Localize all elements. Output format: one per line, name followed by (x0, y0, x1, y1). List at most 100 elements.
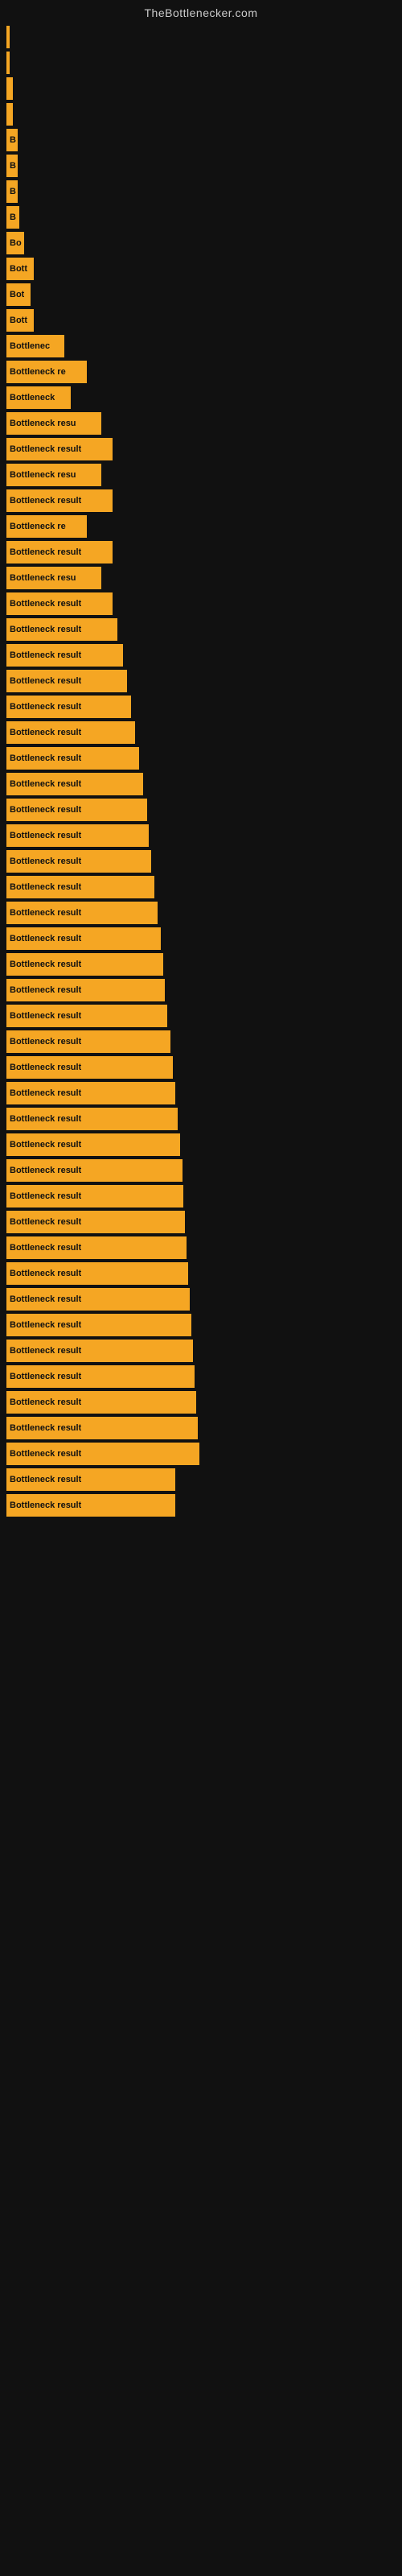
bar-row: Bottleneck result (6, 799, 402, 821)
bar-row: Bottleneck result (6, 438, 402, 460)
bar-label: Bottleneck result (10, 1243, 81, 1253)
bar-label: Bottleneck result (10, 1114, 81, 1124)
bar-label: Bottleneck result (10, 444, 81, 454)
bar-label: Bottleneck re (10, 367, 66, 377)
bar: Bottleneck result (6, 1108, 178, 1130)
bar-row: Bottleneck result (6, 696, 402, 718)
bar-row: Bottleneck result (6, 1391, 402, 1414)
bar: Bottleneck result (6, 1340, 193, 1362)
bar: Bottleneck result (6, 1133, 180, 1156)
bar: B (6, 129, 18, 151)
bar-label: Bottleneck result (10, 1320, 81, 1330)
bar-label: Bottleneck result (10, 1372, 81, 1381)
bar (6, 26, 10, 48)
bar-label: Bottleneck result (10, 882, 81, 892)
bar: Bottlenec (6, 335, 64, 357)
bar-label: Bottleneck result (10, 1501, 81, 1510)
bar: Bottleneck result (6, 1030, 170, 1053)
bar-row: Bott (6, 258, 402, 280)
bar: Bottleneck result (6, 1417, 198, 1439)
bar-label: Bottleneck resu (10, 419, 76, 428)
bar: Bottleneck result (6, 1211, 185, 1233)
bar: Bottleneck resu (6, 412, 101, 435)
bar-row: B (6, 180, 402, 203)
bar-row: Bottleneck (6, 386, 402, 409)
bar-label: Bottleneck result (10, 908, 81, 918)
bar (6, 77, 13, 100)
site-title: TheBottlenecker.com (0, 0, 402, 23)
bar-label: B (10, 187, 16, 196)
bar-label: Bottleneck result (10, 676, 81, 686)
bar: Bottleneck result (6, 747, 139, 770)
bar-label: Bottleneck re (10, 522, 66, 531)
bar: Bottleneck result (6, 902, 158, 924)
bar-row: Bottleneck result (6, 1236, 402, 1259)
bar-row: Bottleneck result (6, 1340, 402, 1362)
bar-row: Bottleneck result (6, 1468, 402, 1491)
bar-label: Bottleneck result (10, 805, 81, 815)
bar-label: Bottleneck (10, 393, 55, 402)
bar-row: Bot (6, 283, 402, 306)
bar (6, 52, 10, 74)
bar-row: Bottleneck result (6, 644, 402, 667)
bar-label: Bottleneck result (10, 1294, 81, 1304)
bar: Bottleneck result (6, 799, 147, 821)
bar-row: Bottleneck resu (6, 464, 402, 486)
bar-label: Bottleneck result (10, 496, 81, 506)
bar-row: Bottleneck result (6, 1494, 402, 1517)
bar-label: Bottleneck result (10, 1166, 81, 1175)
bar: Bottleneck result (6, 953, 163, 976)
bar-label: Bottleneck result (10, 1346, 81, 1356)
bar: Bott (6, 258, 34, 280)
bar-row: Bottleneck result (6, 721, 402, 744)
bar-row: Bottleneck result (6, 1443, 402, 1465)
bar: Bottleneck result (6, 696, 131, 718)
bar: Bottleneck result (6, 721, 135, 744)
bar-label: B (10, 213, 16, 222)
bar-label: Bottleneck result (10, 1037, 81, 1046)
bar: Bottleneck result (6, 1391, 196, 1414)
bar-label: Bottleneck result (10, 1088, 81, 1098)
bar-row: Bottleneck result (6, 1314, 402, 1336)
bar-label: Bottleneck resu (10, 470, 76, 480)
bar-row: Bott (6, 309, 402, 332)
bar-label: Bottleneck result (10, 1397, 81, 1407)
bar-label: Bottleneck result (10, 753, 81, 763)
bar-row (6, 77, 402, 100)
bar: Bottleneck result (6, 927, 161, 950)
bar: Bottleneck result (6, 541, 113, 564)
bar: Bottleneck result (6, 824, 149, 847)
bar-label: Bottleneck result (10, 1475, 81, 1484)
bar-row: Bottleneck result (6, 1005, 402, 1027)
bar-row: Bottleneck re (6, 361, 402, 383)
bar: Bottleneck result (6, 1494, 175, 1517)
bar: Bottleneck result (6, 644, 123, 667)
bar-row (6, 26, 402, 48)
bar-label: Bottlenec (10, 341, 50, 351)
bar-label: Bottleneck result (10, 728, 81, 737)
bar: Bo (6, 232, 24, 254)
bar: Bottleneck result (6, 1443, 199, 1465)
bar-label: Bottleneck result (10, 1011, 81, 1021)
bar: Bottleneck re (6, 361, 87, 383)
bar-row: Bottleneck result (6, 1288, 402, 1311)
bar: Bottleneck result (6, 592, 113, 615)
bar: Bottleneck result (6, 618, 117, 641)
bar: Bottleneck result (6, 1236, 187, 1259)
bar-label: Bottleneck result (10, 625, 81, 634)
bar: Bottleneck resu (6, 464, 101, 486)
bar-row: Bottleneck result (6, 618, 402, 641)
bar-row: Bottlenec (6, 335, 402, 357)
bar-label: Bottleneck result (10, 1269, 81, 1278)
bar-row: Bottleneck result (6, 670, 402, 692)
bar-row: Bottleneck result (6, 489, 402, 512)
bar-label: Bottleneck result (10, 831, 81, 840)
bar-row: Bottleneck result (6, 953, 402, 976)
bar-row (6, 52, 402, 74)
bar-label: Bot (10, 290, 24, 299)
bar-label: Bottleneck resu (10, 573, 76, 583)
bar-label: Bottleneck result (10, 985, 81, 995)
bar: Bottleneck result (6, 1365, 195, 1388)
bar-label: B (10, 135, 16, 145)
bar: Bottleneck result (6, 876, 154, 898)
